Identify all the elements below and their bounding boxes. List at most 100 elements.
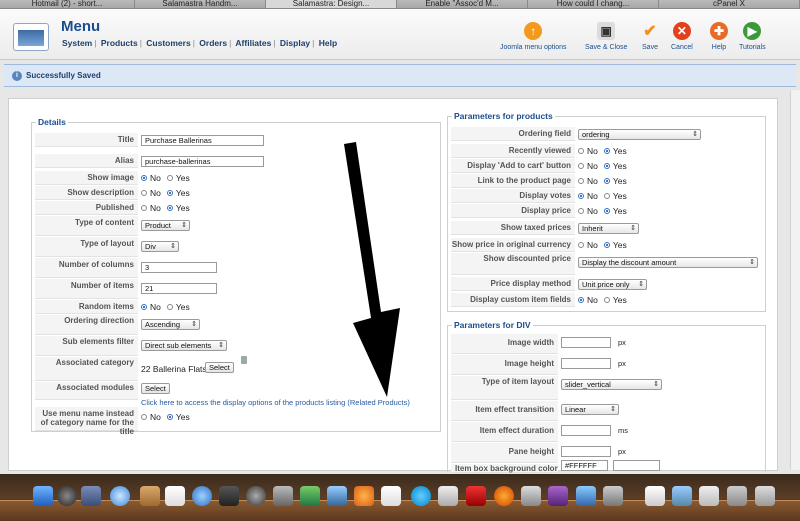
image-width-input[interactable] [561, 337, 611, 348]
modules-select-button[interactable]: Select [141, 383, 170, 394]
alias-input[interactable]: purchase-ballerinas [141, 156, 264, 167]
ical-icon[interactable] [165, 486, 185, 506]
type-layout-select[interactable]: Div ⇕ [141, 241, 179, 252]
published-no-radio[interactable] [141, 205, 147, 211]
type-content-select[interactable]: Product ⇕ [141, 220, 190, 231]
document-icon[interactable] [645, 486, 665, 506]
link-product-page-yes-radio[interactable] [603, 178, 610, 184]
item-layout-select[interactable]: slider_vertical ⇕ [561, 379, 662, 390]
display-votes-no-radio[interactable] [578, 193, 584, 199]
ordering-field-select[interactable]: ordering ⇕ [578, 129, 701, 140]
item-effect-transition-select[interactable]: Linear ⇕ [561, 404, 619, 415]
document-icon[interactable] [699, 486, 719, 506]
original-currency-radios: No Yes [578, 240, 633, 250]
filezilla-icon[interactable] [466, 486, 486, 506]
associated-category-value: 22 Ballerina Flats [141, 364, 207, 374]
image-height-input[interactable] [561, 358, 611, 369]
show-image-yes-radio[interactable] [166, 175, 173, 181]
finder-icon[interactable] [33, 486, 53, 506]
show-description-yes-radio[interactable] [166, 190, 173, 196]
show-description-no-radio[interactable] [141, 190, 147, 196]
app-icon[interactable] [521, 486, 541, 506]
browser-tab-active[interactable]: Salamastra: Design... [266, 0, 397, 8]
app-icon[interactable] [438, 486, 458, 506]
color-swatch-input[interactable] [613, 460, 660, 471]
document-icon[interactable] [727, 486, 747, 506]
show-taxed-select[interactable]: Inherit ⇕ [578, 223, 639, 234]
time-machine-icon[interactable] [246, 486, 266, 506]
skype-icon[interactable] [411, 486, 431, 506]
app-icon[interactable] [603, 486, 623, 506]
menu-item-orders[interactable]: Orders [199, 38, 227, 48]
trash-icon[interactable] [755, 486, 775, 506]
recently-viewed-yes-radio[interactable] [603, 148, 610, 154]
safari-icon[interactable] [110, 486, 130, 506]
browser-tab[interactable]: Enable "Assoc'd M... [397, 0, 528, 8]
radio-label-no: No [587, 240, 598, 250]
use-menu-name-yes-radio[interactable] [166, 414, 173, 420]
folder-icon[interactable] [672, 486, 692, 506]
category-select-button[interactable]: Select [205, 362, 234, 373]
display-votes-yes-radio[interactable] [603, 193, 610, 199]
show-image-no-radio[interactable] [141, 175, 147, 181]
app-icon[interactable] [548, 486, 568, 506]
system-preferences-icon[interactable] [273, 486, 293, 506]
help-button[interactable]: ✚ Help [710, 22, 728, 51]
price-display-select[interactable]: Unit price only ⇕ [578, 279, 647, 290]
menu-item-customers[interactable]: Customers [146, 38, 190, 48]
menu-item-help[interactable]: Help [319, 38, 337, 48]
published-yes-radio[interactable] [166, 205, 173, 211]
random-items-no-radio[interactable] [141, 304, 147, 310]
custom-item-fields-no-radio[interactable] [578, 297, 584, 303]
firefox-icon[interactable] [494, 486, 514, 506]
mail-icon[interactable] [81, 486, 101, 506]
browser-tab[interactable]: cPanel X [659, 0, 800, 8]
itunes-icon[interactable] [192, 486, 212, 506]
save-button[interactable]: ✔ Save [641, 22, 659, 51]
num-items-input[interactable]: 21 [141, 283, 217, 294]
display-price-no-radio[interactable] [578, 208, 584, 214]
menu-item-products[interactable]: Products [101, 38, 138, 48]
browser-tab[interactable]: How could I chang... [528, 0, 659, 8]
tutorials-button[interactable]: ▶ Tutorials [739, 22, 766, 51]
original-currency-no-radio[interactable] [578, 242, 584, 248]
use-menu-name-no-radio[interactable] [141, 414, 147, 420]
app-icon[interactable] [327, 486, 347, 506]
pdf-icon[interactable] [381, 486, 401, 506]
add-to-cart-no-radio[interactable] [578, 163, 584, 169]
add-to-cart-yes-radio[interactable] [603, 163, 610, 169]
item-box-bg-input[interactable]: #FFFFFF [561, 460, 608, 471]
ordering-direction-select[interactable]: Ascending ⇕ [141, 319, 200, 330]
num-columns-input[interactable]: 3 [141, 262, 217, 273]
browser-tab[interactable]: Salamastra Handm... [135, 0, 266, 8]
app-icon[interactable] [300, 486, 320, 506]
page-scrollbar[interactable] [790, 90, 800, 470]
dashboard-icon[interactable] [57, 486, 77, 506]
trash-icon[interactable] [241, 356, 247, 364]
item-effect-duration-input[interactable] [561, 425, 611, 436]
browser-tab[interactable]: Hotmail (2) - short... [0, 0, 135, 8]
item-effect-transition-value: Linear [565, 405, 586, 414]
details-legend: Details [36, 117, 68, 127]
show-discounted-select[interactable]: Display the discount amount ⇕ [578, 257, 758, 268]
pane-height-input[interactable] [561, 446, 611, 457]
spaces-icon[interactable] [219, 486, 239, 506]
menu-item-system[interactable]: System [62, 38, 92, 48]
recently-viewed-no-radio[interactable] [578, 148, 584, 154]
custom-item-fields-yes-radio[interactable] [603, 297, 610, 303]
menu-item-affiliates[interactable]: Affiliates [235, 38, 271, 48]
display-price-yes-radio[interactable] [603, 208, 610, 214]
title-input[interactable]: Purchase Ballerinas [141, 135, 264, 146]
save-close-button[interactable]: ▣ Save & Close [585, 22, 627, 51]
sub-elements-select[interactable]: Direct sub elements ⇕ [141, 340, 227, 351]
address-book-icon[interactable] [140, 486, 160, 506]
link-product-page-no-radio[interactable] [578, 178, 584, 184]
joomla-menu-options-button[interactable]: ↑ Joomla menu options [500, 22, 567, 51]
original-currency-label: Show price in original currency [451, 238, 575, 252]
menu-item-display[interactable]: Display [280, 38, 310, 48]
app-icon[interactable] [576, 486, 596, 506]
random-items-yes-radio[interactable] [166, 304, 173, 310]
original-currency-yes-radio[interactable] [603, 242, 610, 248]
cancel-button[interactable]: ✕ Cancel [671, 22, 693, 51]
app-icon[interactable] [354, 486, 374, 506]
